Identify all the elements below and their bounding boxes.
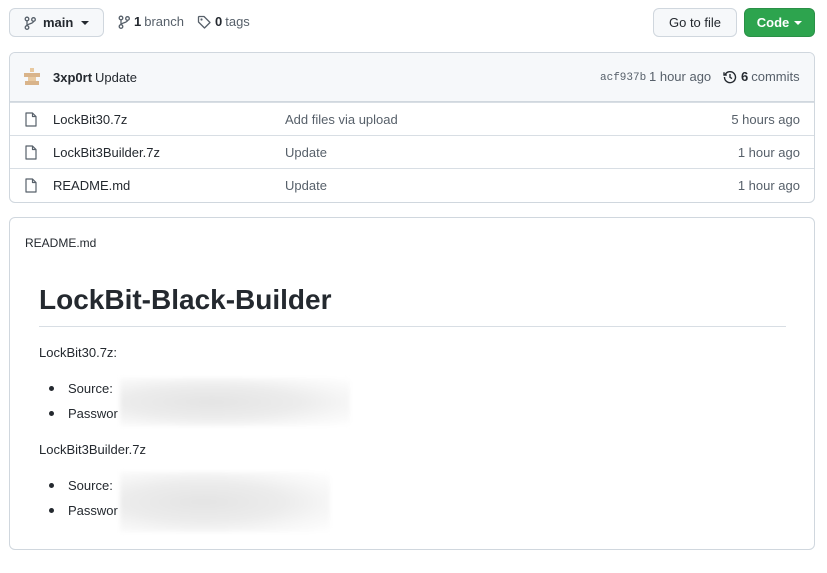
list-item-label: Passwor [68, 503, 118, 518]
tag-icon [197, 15, 211, 29]
tags-link[interactable]: 0 tags [197, 14, 250, 29]
divider [39, 326, 786, 327]
avatar[interactable] [22, 67, 42, 87]
readme-filename[interactable]: README.md [25, 236, 96, 250]
redacted-region [120, 378, 350, 426]
go-to-file-button[interactable]: Go to file [653, 8, 737, 37]
code-button[interactable]: Code [744, 8, 815, 37]
tag-count: 0 [215, 14, 223, 29]
file-age: 1 hour ago [737, 178, 800, 193]
file-commit-message[interactable]: Add files via upload [285, 112, 398, 127]
file-age: 1 hour ago [737, 145, 800, 160]
commit-sha[interactable]: acf937b [600, 72, 646, 84]
list-item-label: Passwor [68, 406, 118, 421]
file-name[interactable]: LockBit30.7z [53, 112, 127, 127]
file-row[interactable]: README.md Update 1 hour ago [10, 168, 814, 201]
file-commit-message[interactable]: Update [285, 145, 327, 160]
git-branch-icon [118, 15, 130, 29]
commits-link[interactable]: 6 commits [723, 69, 800, 84]
file-icon [25, 178, 37, 193]
redacted-region [120, 472, 330, 532]
file-age: 5 hours ago [731, 112, 800, 127]
caret-down-icon [81, 21, 90, 25]
readme-section-heading: LockBit3Builder.7z [39, 442, 146, 457]
file-row[interactable]: LockBit3Builder.7z Update 1 hour ago [10, 135, 814, 168]
file-browser: 3xp0rt Update acf937b 1 hour ago 6 commi… [9, 52, 815, 203]
branches-link[interactable]: 1 branch [118, 14, 184, 29]
branch-word: branch [144, 14, 184, 29]
latest-commit-row: 3xp0rt Update acf937b 1 hour ago 6 commi… [10, 53, 814, 102]
list-item: Passwor [49, 503, 118, 518]
commit-count: 6 [741, 69, 749, 84]
git-branch-icon [24, 16, 36, 30]
branch-label: main [43, 15, 74, 30]
file-icon [25, 145, 37, 160]
branch-count: 1 [134, 14, 142, 29]
commit-time[interactable]: 1 hour ago [649, 69, 711, 84]
branch-selector-button[interactable]: main [9, 8, 104, 37]
file-commit-message[interactable]: Update [285, 178, 327, 193]
list-item: Source: [49, 381, 113, 396]
list-item: Source: [49, 478, 113, 493]
list-item-label: Source: [68, 381, 113, 396]
file-row[interactable]: LockBit30.7z Add files via upload 5 hour… [10, 102, 814, 135]
repo-toolbar: main 1 branch 0 tags Go to file Code [9, 8, 815, 38]
commit-count-word: commits [751, 69, 800, 84]
file-icon [25, 112, 37, 127]
commit-message[interactable]: Update [95, 70, 137, 85]
caret-down-icon [794, 21, 803, 25]
tag-word: tags [225, 14, 250, 29]
file-name[interactable]: README.md [53, 178, 130, 193]
list-item-label: Source: [68, 478, 113, 493]
code-button-label: Code [756, 15, 790, 30]
history-icon [723, 70, 737, 83]
file-name[interactable]: LockBit3Builder.7z [53, 145, 160, 160]
commit-author[interactable]: 3xp0rt [53, 70, 92, 85]
readme-section-heading: LockBit30.7z: [39, 345, 118, 360]
list-item: Passwor [49, 406, 118, 421]
readme-panel: README.md LockBit-Black-Builder LockBit3… [9, 217, 815, 550]
readme-title: LockBit-Black-Builder [39, 284, 332, 315]
